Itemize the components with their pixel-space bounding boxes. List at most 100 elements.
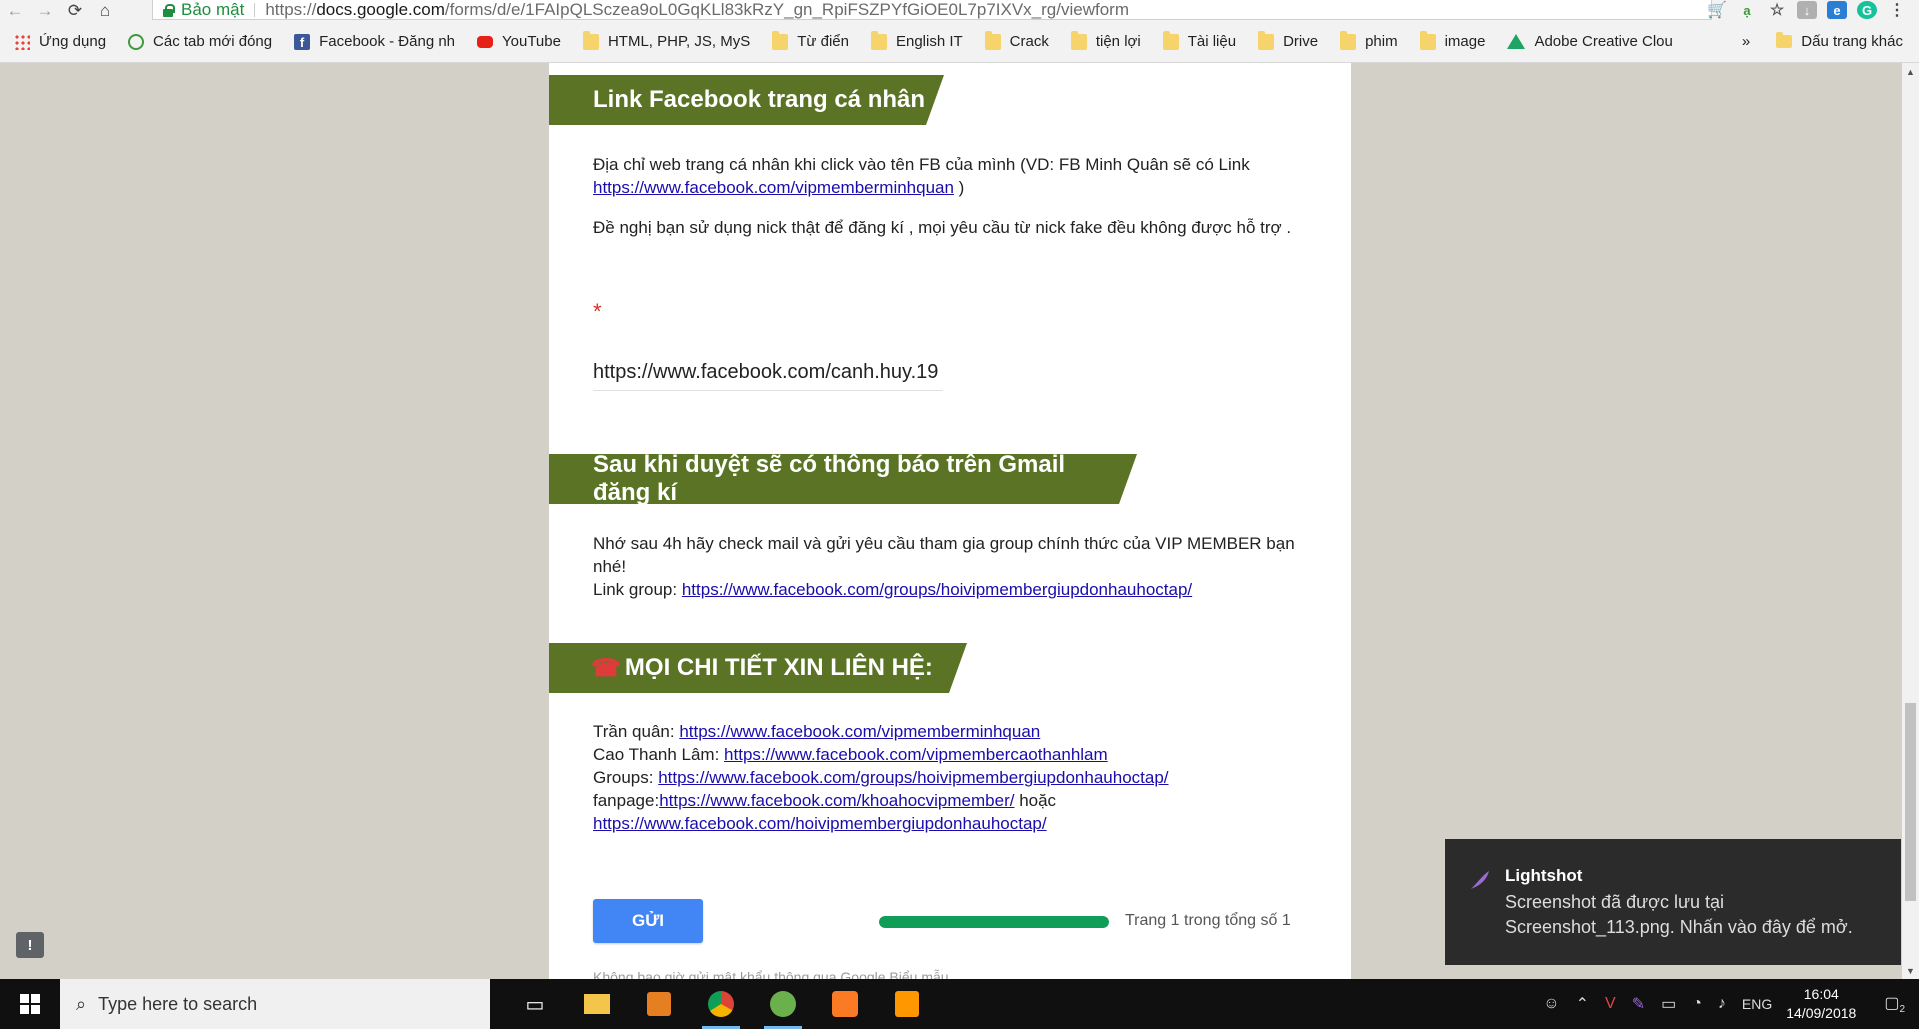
cart-icon[interactable]: 🛒 [1707, 1, 1727, 19]
section-title: Sau khi duyệt sẽ có thông báo trên Gmail… [593, 451, 1066, 506]
lightshot-notification[interactable]: Lightshot Screenshot đã được lưu tại Scr… [1445, 839, 1901, 965]
contact-suffix: hoặc [1014, 791, 1057, 810]
contact-label: fanpage: [593, 791, 660, 810]
group-link[interactable]: https://www.facebook.com/groups/hoivipme… [682, 580, 1192, 599]
bookmark-label: Facebook - Đăng nh [319, 33, 456, 50]
google-drive-icon [1507, 34, 1526, 49]
contact-row: fanpage:https://www.facebook.com/khoahoc… [593, 789, 1313, 812]
action-center-icon[interactable]: ▢2 [1884, 993, 1905, 1015]
example-profile-link[interactable]: https://www.facebook.com/vipmemberminhqu… [593, 178, 954, 197]
translate-icon[interactable]: ạ [1737, 1, 1757, 19]
section-title: MỌI CHI TIẾT XIN LIÊN HỆ: [624, 654, 933, 681]
other-bookmarks[interactable]: Dấu trang khác [1801, 33, 1903, 50]
contact-row: https://www.facebook.com/hoivipmembergiu… [593, 812, 1313, 835]
bookmark-youtube[interactable]: YouTube [477, 33, 561, 50]
clock-time: 16:04 [1803, 986, 1839, 1002]
contact-row: Trần quân: https://www.facebook.com/vipm… [593, 720, 1313, 743]
lightshot-tray-icon[interactable]: ✎ [1632, 994, 1645, 1014]
url-host: docs.google.com [316, 0, 445, 19]
media-player-icon[interactable] [634, 979, 684, 1029]
bookmark-folder[interactable]: Crack [984, 30, 1049, 50]
secure-label: Bảo mật [181, 0, 245, 19]
bookmark-folder[interactable]: Drive [1258, 30, 1319, 50]
coccoc-icon[interactable] [758, 979, 808, 1029]
contact-link[interactable]: https://www.facebook.com/groups/hoivipme… [658, 768, 1168, 787]
notification-title: Lightshot [1505, 866, 1583, 885]
taskbar-clock[interactable]: 16:04 14/09/2018 [1786, 985, 1856, 1023]
home-button[interactable]: ⌂ [90, 0, 120, 21]
wifi-icon[interactable]: ◔ [1692, 995, 1702, 1013]
section-header-gmail-notice: Sau khi duyệt sẽ có thông báo trên Gmail… [549, 451, 1137, 506]
bookmarks-bar: Ứng dụng Các tab mới đóng f Facebook - Đ… [0, 21, 1919, 63]
scroll-down-icon[interactable]: ▼ [1902, 962, 1919, 979]
back-button[interactable]: ← [0, 0, 30, 21]
grammarly-icon[interactable]: G [1857, 1, 1877, 19]
bookmark-recent-tabs[interactable]: Các tab mới đóng [128, 33, 272, 50]
progress-text: Trang 1 trong tổng số 1 [1125, 912, 1291, 929]
bookmark-folder[interactable]: tiện lợi [1070, 30, 1141, 50]
sublime-text-icon[interactable] [882, 979, 932, 1029]
address-bar[interactable]: Bảo mật https://docs.google.com/forms/d/… [152, 0, 1712, 20]
task-view-icon[interactable]: ▭ [510, 979, 560, 1029]
bookmark-label: Drive [1283, 33, 1319, 50]
vivaldi-tray-icon[interactable]: V [1605, 995, 1616, 1013]
section-description: Địa chỉ web trang cá nhân khi click vào … [593, 153, 1313, 199]
bookmark-label: Các tab mới đóng [153, 33, 273, 50]
menu-icon[interactable]: ⋮ [1887, 1, 1907, 19]
form-page: Link Facebook trang cá nhân Địa chỉ web … [549, 63, 1351, 979]
bookmark-folder[interactable]: English IT [870, 30, 963, 50]
submit-button[interactable]: GỬI [593, 899, 703, 943]
chrome-icon[interactable] [696, 979, 746, 1029]
bookmark-facebook[interactable]: f Facebook - Đăng nh [294, 33, 455, 50]
volume-icon[interactable]: ♪ [1718, 995, 1726, 1013]
fanpage-alt-link[interactable]: https://www.facebook.com/hoivipmembergiu… [593, 814, 1047, 833]
download-icon[interactable]: ↓ [1797, 1, 1817, 19]
bookmark-folder[interactable]: Từ điển [772, 30, 849, 50]
start-button[interactable] [0, 979, 60, 1029]
scroll-thumb[interactable] [1905, 703, 1916, 901]
xampp-icon[interactable] [820, 979, 870, 1029]
bookmark-folder[interactable]: phim [1340, 30, 1398, 50]
battery-icon[interactable]: ▭ [1661, 994, 1676, 1014]
contact-link[interactable]: https://www.facebook.com/vipmemberminhqu… [679, 722, 1040, 741]
bookmarks-overflow: » Dấu trang khác [1742, 32, 1903, 50]
reload-button[interactable]: ⟳ [60, 0, 90, 21]
bookmark-folder[interactable]: Tài liệu [1162, 30, 1236, 50]
bookmark-drive[interactable]: Adobe Creative Clou [1507, 33, 1673, 50]
file-explorer-icon[interactable] [572, 979, 622, 1029]
section-header-contact: ☎ MỌI CHI TIẾT XIN LIÊN HỆ: [549, 643, 967, 693]
url-scheme: https:// [265, 0, 317, 19]
more-bookmarks-button[interactable]: » [1742, 33, 1750, 50]
folder-icon [984, 30, 1001, 50]
folder-icon [1776, 32, 1793, 48]
language-indicator[interactable]: ENG [1742, 996, 1772, 1012]
windows-taskbar: ⌕ Type here to search ▭ ☺ ⌃ V ✎ ▭ ◔ ♪ EN… [0, 979, 1919, 1029]
feedback-icon[interactable]: ! [16, 932, 44, 958]
star-icon[interactable]: ☆ [1767, 1, 1787, 19]
telephone-icon: ☎ [591, 654, 621, 682]
bookmark-label: Từ điển [797, 33, 849, 50]
folder-icon [772, 30, 789, 50]
browser-toolbar: ← → ⟳ ⌂ Bảo mật https://docs.google.com /… [0, 0, 1919, 21]
bookmark-folder[interactable]: image [1419, 30, 1485, 50]
taskbar-search[interactable]: ⌕ Type here to search [60, 979, 490, 1029]
section-note: Đề nghị bạn sử dụng nick thật để đăng kí… [593, 218, 1292, 237]
notification-count: 2 [1899, 1004, 1905, 1016]
scroll-up-icon[interactable]: ▲ [1902, 63, 1919, 80]
url-path: /forms/d/e/1FAIpQLSczea9oL0GqKLl83kRzY_g… [444, 0, 1129, 19]
contact-link[interactable]: https://www.facebook.com/khoahocvipmembe… [659, 791, 1014, 810]
folder-icon [1070, 30, 1087, 50]
chevron-up-icon[interactable]: ⌃ [1576, 994, 1589, 1014]
bookmark-apps[interactable]: Ứng dụng [14, 33, 106, 50]
facebook-link-input[interactable]: https://www.facebook.com/canh.huy.19 [593, 361, 943, 391]
extension-icon[interactable]: e [1827, 1, 1847, 19]
bookmark-folder[interactable]: HTML, PHP, JS, MyS [582, 30, 751, 50]
contact-link[interactable]: https://www.facebook.com/vipmembercaotha… [724, 745, 1108, 764]
taskbar-apps: ▭ [510, 979, 932, 1029]
page-scrollbar[interactable]: ▲ ▼ [1902, 63, 1919, 979]
forward-button[interactable]: → [30, 0, 60, 21]
bookmark-label: HTML, PHP, JS, MyS [607, 33, 751, 50]
people-icon[interactable]: ☺ [1543, 995, 1559, 1013]
feather-icon [1471, 871, 1489, 889]
bookmark-label: English IT [895, 33, 963, 50]
